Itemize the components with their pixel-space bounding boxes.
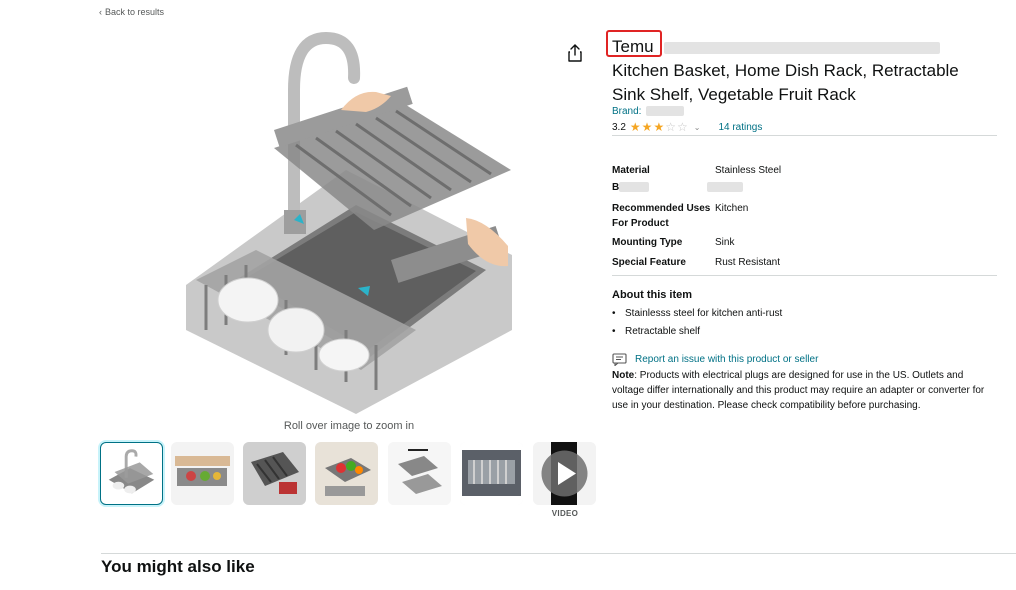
electrical-note: Note: Products with electrical plugs are… <box>612 368 997 413</box>
divider <box>612 275 997 276</box>
report-issue-label: Report an issue with this product or sel… <box>635 354 819 365</box>
title-line-2: Kitchen Basket, Home Dish Rack, Retracta… <box>612 61 959 80</box>
star-filled-icon: ★ <box>629 120 641 134</box>
thumbnail-6[interactable] <box>460 442 523 505</box>
section-divider <box>101 553 1016 554</box>
star-rating[interactable]: ★ ★ ★ ☆ ☆ <box>630 121 688 133</box>
brand-label: Brand: <box>612 106 642 117</box>
spec-value: Kitchen <box>715 203 749 214</box>
report-flag-icon <box>612 353 627 366</box>
bullet-text: Retractable shelf <box>625 326 701 337</box>
spec-value: Stainless Steel <box>715 165 782 176</box>
spec-key: Recommended Uses For Product <box>612 203 711 229</box>
spec-key: Material <box>612 165 650 176</box>
star-empty-icon: ☆ <box>676 120 688 134</box>
back-to-results-label: Back to results <box>105 7 165 17</box>
thumbnail-3[interactable] <box>243 442 306 505</box>
thumbnail-video[interactable] <box>533 442 596 505</box>
chevron-left-icon: ‹ <box>99 7 102 17</box>
star-filled-icon: ★ <box>653 120 665 134</box>
star-empty-icon: ☆ <box>665 120 676 134</box>
redacted-text <box>619 182 650 193</box>
ratings-count-link[interactable]: 14 ratings <box>718 122 762 133</box>
redacted-text <box>707 182 743 193</box>
star-filled-icon: ★ <box>641 120 653 134</box>
redacted-brand <box>646 106 685 117</box>
spec-value <box>707 180 743 195</box>
spec-key: Mounting Type <box>612 237 683 248</box>
report-issue-link[interactable]: Report an issue with this product or sel… <box>612 353 818 366</box>
redacted-text <box>664 41 941 54</box>
thumbnail-4[interactable] <box>315 442 378 505</box>
list-item: • Stainlesss steel for kitchen anti-rust <box>612 308 783 319</box>
divider <box>612 135 997 136</box>
zoom-hint: Roll over image to zoom in <box>283 420 415 432</box>
share-icon[interactable] <box>567 44 583 62</box>
thumbnail-5[interactable] <box>388 442 451 505</box>
spec-key: Special Feature <box>612 257 686 268</box>
back-to-results-link[interactable]: ‹ Back to results <box>99 7 164 17</box>
highlight-box <box>606 30 662 57</box>
video-label: VIDEO <box>551 509 579 518</box>
chevron-down-icon[interactable]: ⌄ <box>694 123 701 132</box>
main-product-image[interactable] <box>186 30 512 414</box>
about-title: About this item <box>612 289 693 301</box>
brand-link[interactable]: Brand: <box>612 106 685 117</box>
section-title: You might also like <box>101 557 255 576</box>
note-text: : Products with electrical plugs are des… <box>612 370 985 411</box>
note-label: Note <box>612 370 635 381</box>
title-line-1: Temu <box>612 35 1002 59</box>
bullet-text: Stainlesss steel for kitchen anti-rust <box>625 308 783 319</box>
title-line-3: Sink Shelf, Vegetable Fruit Rack <box>612 85 856 104</box>
spec-value: Rust Resistant <box>715 257 781 268</box>
rating-summary: 3.2 ★ ★ ★ ☆ ☆ ⌄ 14 ratings <box>612 121 762 133</box>
thumbnail-2[interactable] <box>171 442 234 505</box>
rating-value: 3.2 <box>612 121 626 133</box>
spec-value: Sink <box>715 237 735 248</box>
product-title: Temu Kitchen Basket, Home Dish Rack, Ret… <box>612 35 1002 107</box>
list-item: • Retractable shelf <box>612 326 701 337</box>
thumbnail-1[interactable] <box>100 442 163 505</box>
spec-key: B <box>612 180 712 195</box>
